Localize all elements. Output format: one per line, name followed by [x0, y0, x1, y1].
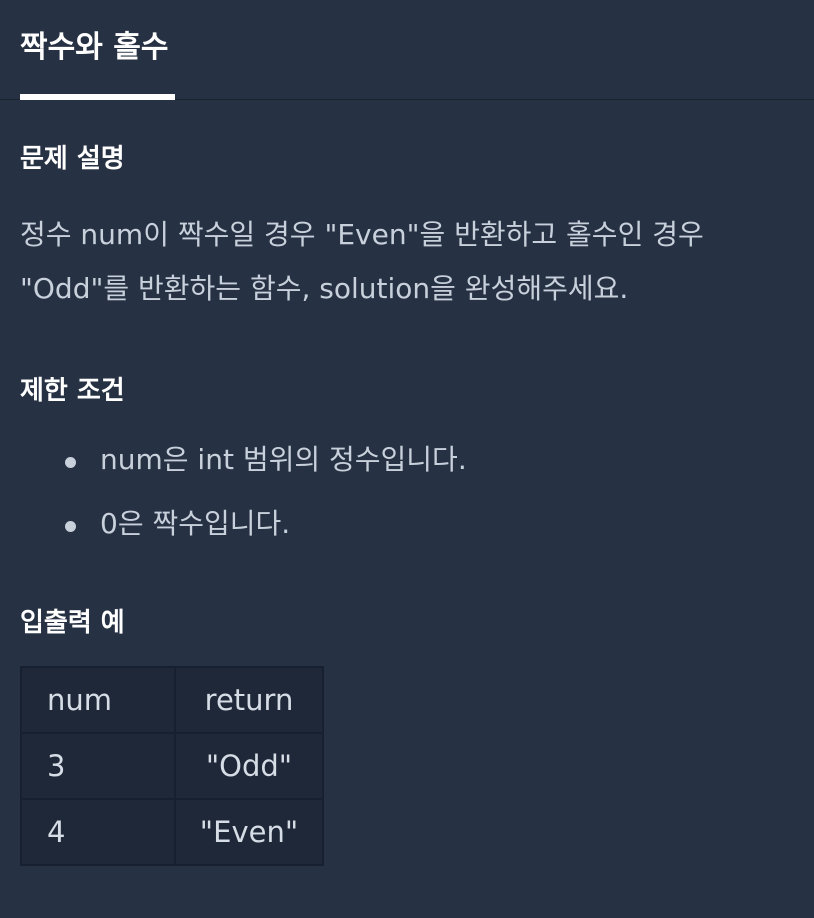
problem-page: 짝수와 홀수 문제 설명 정수 num이 짝수일 경우 "Even"을 반환하고… — [0, 0, 814, 918]
examples-title: 입출력 예 — [20, 608, 125, 638]
problem-description: 정수 num이 짝수일 경우 "Even"을 반환하고 홀수인 경우 "Odd"… — [20, 208, 790, 316]
constraint-item: 0은 짝수입니다. — [20, 492, 790, 556]
constraints-title: 제한 조건 — [20, 376, 125, 406]
cell-num: 4 — [20, 798, 176, 866]
constraint-text: num은 int 범위의 정수입니다. — [100, 443, 467, 476]
table-row: 3 "Odd" — [20, 732, 324, 800]
bullet-icon — [65, 521, 76, 532]
constraint-text: 0은 짝수입니다. — [100, 507, 291, 540]
header-num: num — [20, 666, 176, 734]
tab-bar: 짝수와 홀수 — [0, 0, 814, 100]
description-text: 정수 num이 짝수일 경우 "Even"을 반환하고 홀수인 경우 "Odd"… — [20, 218, 704, 305]
constraint-item: num은 int 범위의 정수입니다. — [20, 428, 790, 492]
header-return: return — [174, 666, 324, 734]
active-tab-indicator — [20, 94, 175, 100]
table-header-row: num return — [20, 666, 324, 734]
cell-num: 3 — [20, 732, 176, 800]
cell-return: "Even" — [174, 798, 324, 866]
tab-label: 짝수와 홀수 — [20, 30, 169, 65]
bullet-icon — [65, 457, 76, 468]
table-row: 4 "Even" — [20, 798, 324, 866]
description-title: 문제 설명 — [20, 144, 125, 174]
constraints-list: num은 int 범위의 정수입니다. 0은 짝수입니다. — [20, 428, 790, 556]
io-example-table: num return 3 "Odd" 4 "Even" — [20, 666, 324, 866]
cell-return: "Odd" — [174, 732, 324, 800]
